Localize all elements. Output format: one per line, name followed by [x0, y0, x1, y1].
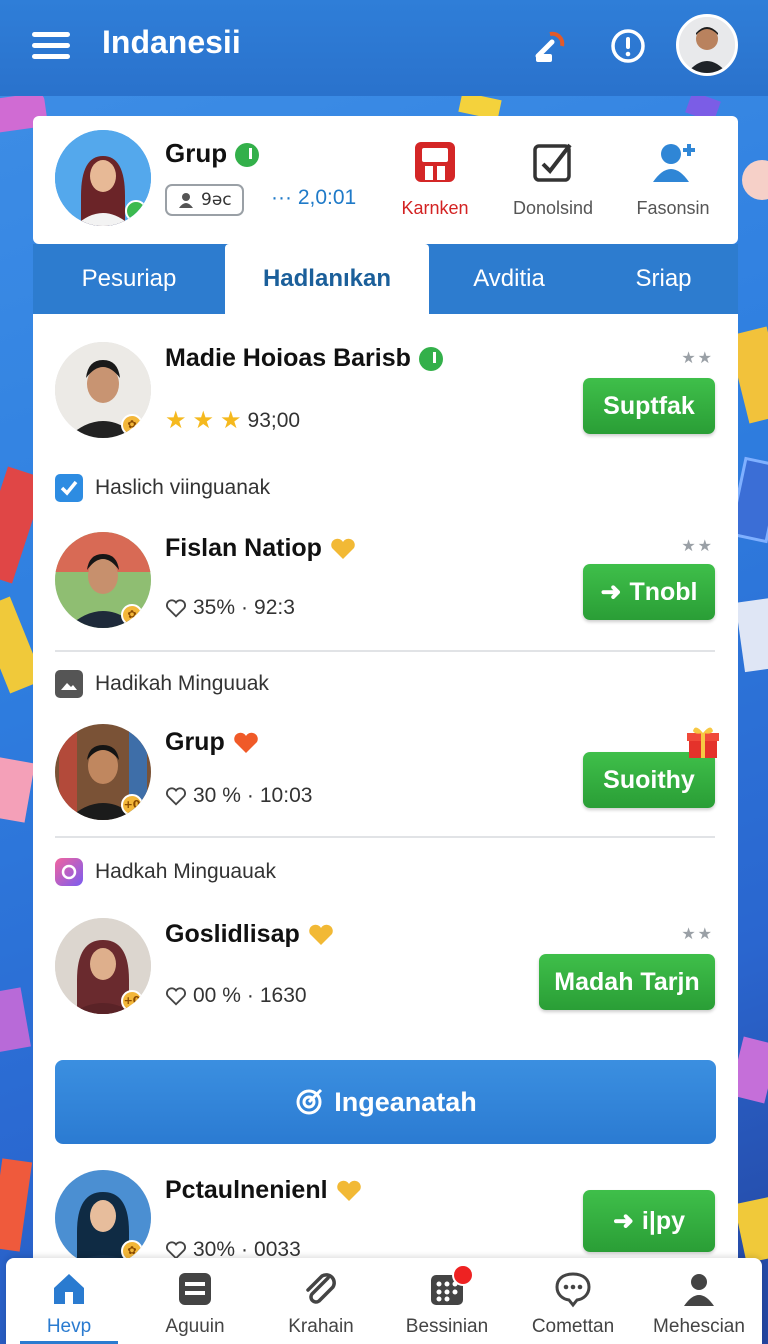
entry-action-button[interactable]: Suoithy [583, 752, 715, 808]
star-icon: ★ [192, 407, 215, 434]
nav-item-aguuin[interactable]: Aguuin [132, 1258, 258, 1344]
star-icon: ★ [165, 407, 187, 434]
nav-item-bessinian[interactable]: Bessinian [384, 1258, 510, 1344]
level-badge-icon: +0 [121, 990, 143, 1012]
entry-action-button[interactable]: ➜ i|py [583, 1190, 715, 1252]
home-icon [50, 1270, 88, 1308]
target-icon [296, 1088, 323, 1115]
gift-icon[interactable] [685, 724, 721, 760]
entry-avatar[interactable]: ✿ [55, 342, 151, 438]
tab-pesuriap[interactable]: Pesuriap [33, 244, 225, 314]
list-card-icon [176, 1270, 214, 1308]
entry-avatar[interactable]: ✿ [55, 532, 151, 628]
level-badge-icon: ✿ [121, 604, 143, 626]
divider [55, 836, 715, 838]
entry-action-button[interactable]: Suptfak [583, 378, 715, 434]
background-shape [734, 1196, 768, 1264]
heart-icon [336, 1181, 361, 1202]
tab-bar: Pesuriap Hadlanıkan Avditia Sriap [33, 244, 738, 314]
background-shape [0, 1158, 33, 1252]
entry-action-button[interactable]: ➜ Tnobl [583, 564, 715, 620]
entry-name[interactable]: Grup [165, 728, 260, 757]
app-icon [55, 858, 83, 886]
entry-meta: 30% · 0033 [165, 1238, 301, 1260]
divider [55, 650, 715, 652]
primary-action-button[interactable]: Ingeanatah [55, 1060, 716, 1144]
quick-action-fasonsin[interactable]: Fasonsin [617, 136, 729, 219]
entry-list: ✿ Madie Hoioas Barisb ★★ ★ ★ ★ 93;00 Sup… [33, 314, 738, 1260]
app-title: Indanesii [102, 24, 241, 60]
section-label: Haslich viinguanak [55, 474, 270, 502]
entry-meta: 35% · 92:3 [165, 596, 295, 620]
save-icon [413, 140, 457, 184]
quick-action-donolsind[interactable]: Donolsind [497, 136, 609, 219]
section-label: Hadkah Minguauak [55, 858, 276, 886]
entry-avatar[interactable]: +0 [55, 724, 151, 820]
entry-meta: ★ ★ ★ 93;00 [165, 407, 301, 434]
profile-stat[interactable]: ··· 2,0:01 [271, 186, 356, 210]
profile-chip[interactable]: 9ǝc [165, 184, 244, 216]
alert-info-icon[interactable] [608, 26, 648, 66]
nav-item-hevp[interactable]: Hevp [6, 1258, 132, 1344]
heart-outline-icon [166, 787, 186, 806]
entry-name[interactable]: Pctaulnenienl [165, 1176, 363, 1205]
notification-badge-icon [452, 1264, 474, 1286]
entry-meta: 30 % · 10:03 [165, 784, 312, 808]
paperclip-icon [302, 1270, 340, 1308]
tab-sriap[interactable]: Sriap [589, 244, 738, 314]
nav-item-comettan[interactable]: Comettan [510, 1258, 636, 1344]
entry-meta: 00 % · 1630 [165, 984, 307, 1008]
nav-item-krahain[interactable]: Krahain [258, 1258, 384, 1344]
grid-dots-icon [428, 1264, 474, 1308]
background-shape [742, 160, 768, 200]
heart-icon [308, 925, 333, 946]
edit-checkbox-icon [531, 140, 575, 184]
profile-name: Grup [165, 138, 260, 169]
entry-name[interactable]: Fislan Natiop [165, 534, 357, 563]
heart-outline-icon [166, 987, 186, 1006]
level-badge-icon: ✿ [121, 1240, 143, 1260]
entry-name[interactable]: Madie Hoioas Barisb [165, 344, 443, 373]
entry-action-button[interactable]: Madah Tarjn [539, 954, 715, 1010]
level-badge-icon: ✿ [121, 414, 143, 436]
person-icon [680, 1270, 718, 1308]
tab-avditia[interactable]: Avditia [429, 244, 589, 314]
add-user-icon [651, 140, 695, 184]
background-shape [735, 597, 768, 673]
entry-name[interactable]: Goslidlisap [165, 920, 335, 949]
quick-action-karnken[interactable]: Karnken [379, 136, 491, 219]
heart-icon [233, 733, 258, 754]
section-label: Hadikah Minguuak [55, 670, 269, 698]
online-badge-icon [125, 200, 147, 222]
nav-item-mehescian[interactable]: Mehescian [636, 1258, 762, 1344]
top-app-bar: Indanesii [0, 0, 768, 96]
bottom-navigation: Hevp Aguuin Krahain Bessinian Comettan M… [6, 1258, 762, 1344]
heart-icon [331, 539, 355, 560]
heart-outline-icon [166, 1241, 186, 1260]
star-icon: ★ [220, 407, 242, 434]
image-icon [55, 670, 83, 698]
user-group-icon [179, 193, 193, 208]
checkbox-icon[interactable] [55, 474, 83, 502]
hamburger-menu-icon[interactable] [32, 30, 70, 62]
arrow-right-icon: ➜ [600, 578, 622, 606]
profile-avatar[interactable] [55, 130, 151, 226]
verified-icon [418, 347, 443, 372]
heart-outline-icon [166, 599, 186, 618]
entry-avatar[interactable]: +0 [55, 918, 151, 1014]
more-options-icon[interactable]: ★★ [681, 536, 714, 555]
background-shape [0, 757, 35, 823]
more-options-icon[interactable]: ★★ [681, 348, 714, 367]
user-avatar[interactable] [676, 14, 738, 76]
arrow-right-icon: ➜ [612, 1207, 634, 1235]
entry-avatar[interactable]: ✿ [55, 1170, 151, 1260]
profile-card: Grup 9ǝc ··· 2,0:01 Karnken Donolsind Fa… [33, 116, 738, 244]
tool-icon[interactable] [530, 26, 570, 66]
verified-icon [235, 143, 260, 168]
more-options-icon[interactable]: ★★ [681, 924, 714, 943]
level-badge-icon: +0 [121, 794, 143, 816]
background-shape [0, 987, 31, 1053]
tab-hadlanikan[interactable]: Hadlanıkan [225, 244, 429, 314]
chat-bubble-icon [554, 1270, 592, 1308]
